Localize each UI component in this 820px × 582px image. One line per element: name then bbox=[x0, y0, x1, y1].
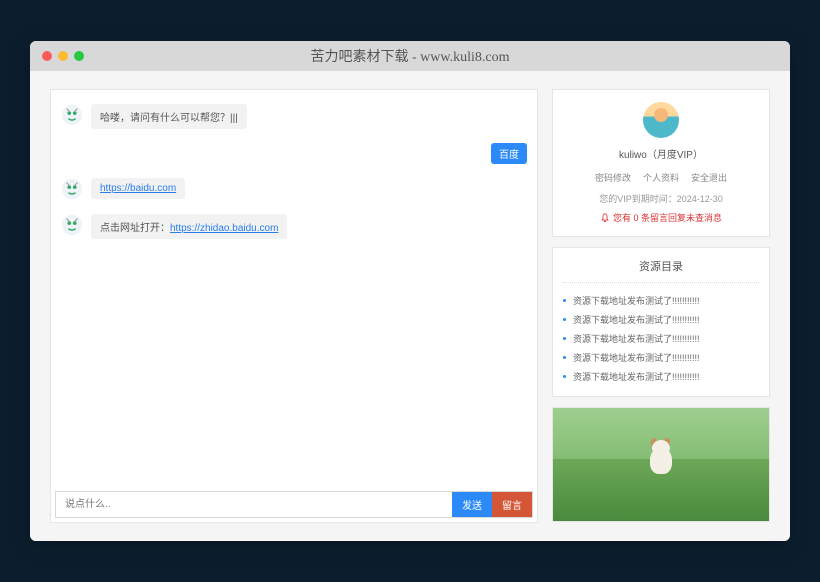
chat-panel: 哈喽，请问有什么可以帮您？||| 百度 https://baidu.com bbox=[50, 89, 538, 523]
catalog-item[interactable]: 资源下载地址发布测试了!!!!!!!!!!! bbox=[563, 367, 759, 386]
promo-image bbox=[552, 407, 770, 522]
leave-message-button[interactable]: 留言 bbox=[492, 492, 532, 517]
logout-link[interactable]: 安全退出 bbox=[691, 171, 727, 184]
bell-icon bbox=[600, 213, 610, 223]
change-password-link[interactable]: 密码修改 bbox=[595, 171, 631, 184]
dog-illustration bbox=[644, 440, 678, 480]
bot-avatar-icon bbox=[61, 214, 83, 236]
catalog-item[interactable]: 资源下载地址发布测试了!!!!!!!!!!! bbox=[563, 310, 759, 329]
personal-info-link[interactable]: 个人资料 bbox=[643, 171, 679, 184]
bot-avatar-icon bbox=[61, 178, 83, 200]
chat-log: 哈喽，请问有什么可以帮您？||| 百度 https://baidu.com bbox=[51, 90, 537, 487]
window-title: 苦力吧素材下载 - www.kuli8.com bbox=[30, 46, 790, 66]
notification-alert[interactable]: 您有 0 条留言回复未查消息 bbox=[563, 211, 759, 224]
input-bar: 发送 留言 bbox=[55, 491, 533, 518]
message-link[interactable]: https://zhidao.baidu.com bbox=[170, 223, 278, 234]
alert-text: 您有 0 条留言回复未查消息 bbox=[613, 211, 722, 224]
chat-input[interactable] bbox=[56, 492, 452, 517]
app-window: 苦力吧素材下载 - www.kuli8.com 哈喽，请问有什么可以帮您？|||… bbox=[30, 41, 790, 541]
catalog-item[interactable]: 资源下载地址发布测试了!!!!!!!!!!! bbox=[563, 329, 759, 348]
sidebar: kuliwo（月度VIP） 密码修改 个人资料 安全退出 您的VIP到期时间：2… bbox=[552, 89, 770, 523]
message-link[interactable]: https://baidu.com bbox=[100, 183, 176, 194]
message-bubble: 哈喽，请问有什么可以帮您？||| bbox=[91, 104, 247, 129]
user-avatar bbox=[643, 102, 679, 138]
chat-message: https://baidu.com bbox=[61, 178, 527, 200]
send-button[interactable]: 发送 bbox=[452, 492, 492, 517]
chat-message-user: 百度 bbox=[61, 143, 527, 164]
titlebar: 苦力吧素材下载 - www.kuli8.com bbox=[30, 41, 790, 71]
chat-message: 点击网址打开：https://zhidao.baidu.com bbox=[61, 214, 527, 239]
profile-panel: kuliwo（月度VIP） 密码修改 个人资料 安全退出 您的VIP到期时间：2… bbox=[552, 89, 770, 237]
message-prefix: 点击网址打开： bbox=[100, 223, 170, 234]
catalog-title: 资源目录 bbox=[563, 258, 759, 283]
message-bubble: https://baidu.com bbox=[91, 178, 185, 199]
user-pill: 百度 bbox=[491, 143, 527, 164]
catalog-list: 资源下载地址发布测试了!!!!!!!!!!! 资源下载地址发布测试了!!!!!!… bbox=[563, 291, 759, 386]
chat-message: 哈喽，请问有什么可以帮您？||| bbox=[61, 104, 527, 129]
content-area: 哈喽，请问有什么可以帮您？||| 百度 https://baidu.com bbox=[30, 71, 790, 541]
vip-expiry-label: 您的VIP到期时间：2024-12-30 bbox=[563, 192, 759, 205]
catalog-panel: 资源目录 资源下载地址发布测试了!!!!!!!!!!! 资源下载地址发布测试了!… bbox=[552, 247, 770, 397]
profile-links: 密码修改 个人资料 安全退出 bbox=[563, 171, 759, 184]
catalog-item[interactable]: 资源下载地址发布测试了!!!!!!!!!!! bbox=[563, 291, 759, 310]
catalog-item[interactable]: 资源下载地址发布测试了!!!!!!!!!!! bbox=[563, 348, 759, 367]
message-bubble: 点击网址打开：https://zhidao.baidu.com bbox=[91, 214, 287, 239]
username-label: kuliwo（月度VIP） bbox=[563, 146, 759, 161]
bot-avatar-icon bbox=[61, 104, 83, 126]
